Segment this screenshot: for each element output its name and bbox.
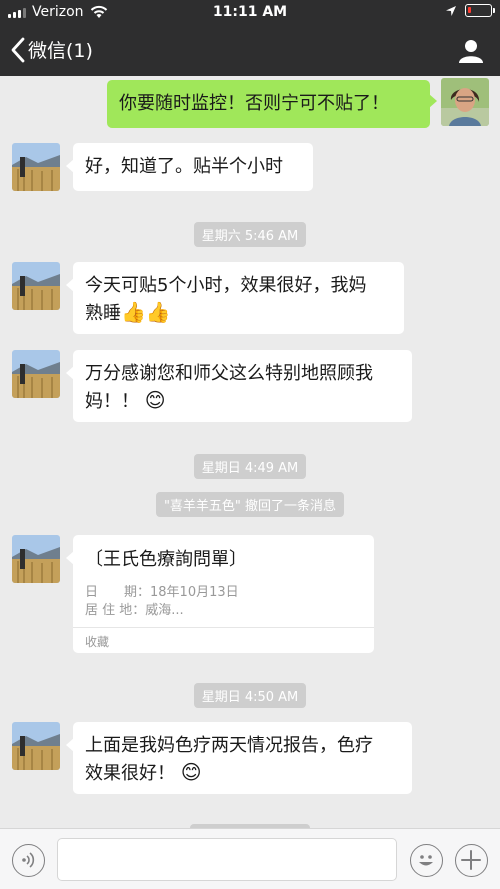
status-right <box>445 4 495 17</box>
message-bubble[interactable]: 好，知道了。贴半个小时 <box>66 143 313 191</box>
clock: 11:11 AM <box>212 4 288 20</box>
timestamp-label: 星期日 4:50 AM <box>193 683 307 708</box>
message-bubble[interactable]: 上面是我妈色疗两天情况报告，色疗 效果很好！ 😊 <box>66 722 412 794</box>
message-text: 上面是我妈色疗两天情况报告，色疗 <box>85 735 373 756</box>
battery-level <box>468 7 471 13</box>
message-text: 今天可贴5个小时，效果很好，我妈 <box>85 275 367 296</box>
message-bubble[interactable]: 今天可贴5个小时，效果很好，我妈 熟睡👍👍 <box>66 262 404 334</box>
card-footer: 收藏 <box>85 635 110 649</box>
back-button[interactable]: 微信(1) <box>10 36 93 63</box>
message-input[interactable] <box>57 838 397 881</box>
card-title: 〔王氏色療詢問單〕 <box>85 549 247 570</box>
more-actions-button[interactable] <box>455 844 488 877</box>
emoji-button[interactable] <box>410 844 443 877</box>
message-text: 好，知道了。贴半个小时 <box>85 156 283 177</box>
contact-avatar[interactable] <box>12 535 60 583</box>
message-text: 熟睡 <box>85 303 121 324</box>
nav-bar: 微信(1) <box>0 26 500 76</box>
smile-emoji-icon: 😊 <box>180 760 202 784</box>
recall-notice-label: "喜羊羊五色" 撤回了一条消息 <box>155 492 345 517</box>
timestamp: 星期六 5:46 AM <box>0 222 500 247</box>
status-bar: Verizon 11:11 AM <box>0 0 500 26</box>
chat-history[interactable]: 你要随时监控！否则宁可不贴了！ 好，知道了。贴半个小时 星期六 5:46 AM … <box>0 76 500 828</box>
thumbs-up-icon: 👍👍 <box>121 300 171 324</box>
message-text: 妈！！ <box>85 391 139 412</box>
back-label: 微信(1) <box>28 40 93 62</box>
location-arrow-icon <box>446 5 456 16</box>
card-line: 居 住 地：威海... <box>85 603 184 618</box>
timestamp-label: 星期日 4:49 AM <box>193 454 307 479</box>
message-bubble-mine[interactable]: 你要随时监控！否则宁可不贴了！ <box>107 80 437 128</box>
voice-icon <box>22 852 35 868</box>
contact-avatar[interactable] <box>12 722 60 770</box>
battery-icon <box>465 4 495 17</box>
contact-avatar[interactable] <box>12 350 60 398</box>
contact-avatar[interactable] <box>12 143 60 191</box>
input-bar <box>0 828 500 889</box>
timestamp: 星期日 4:50 AM <box>0 683 500 708</box>
card-divider <box>73 627 374 628</box>
person-icon[interactable] <box>458 38 484 64</box>
message-text: 效果很好！ <box>85 763 175 784</box>
voice-toggle-button[interactable] <box>12 844 45 877</box>
plus-icon <box>461 850 481 870</box>
emoji-face-icon <box>419 855 433 866</box>
smile-emoji-icon: 😊 <box>144 388 166 412</box>
contact-avatar[interactable] <box>12 262 60 310</box>
favorite-card[interactable]: 〔王氏色療詢問單〕 日 期：18年10月13日 居 住 地：威海... 收藏 <box>66 535 374 653</box>
card-line: 日 期：18年10月13日 <box>85 585 239 600</box>
message-text: 万分感谢您和师父这么特别地照顾我 <box>85 363 373 384</box>
timestamp-label: 星期六 5:46 AM <box>193 222 307 247</box>
chevron-left-icon <box>11 37 25 62</box>
message-bubble[interactable]: 万分感谢您和师父这么特别地照顾我 妈！！ 😊 <box>66 350 412 422</box>
message-text: 你要随时监控！否则宁可不贴了！ <box>119 93 389 114</box>
recall-notice: "喜羊羊五色" 撤回了一条消息 <box>0 492 500 517</box>
timestamp: 星期日 4:49 AM <box>0 454 500 479</box>
my-avatar[interactable] <box>441 78 489 126</box>
